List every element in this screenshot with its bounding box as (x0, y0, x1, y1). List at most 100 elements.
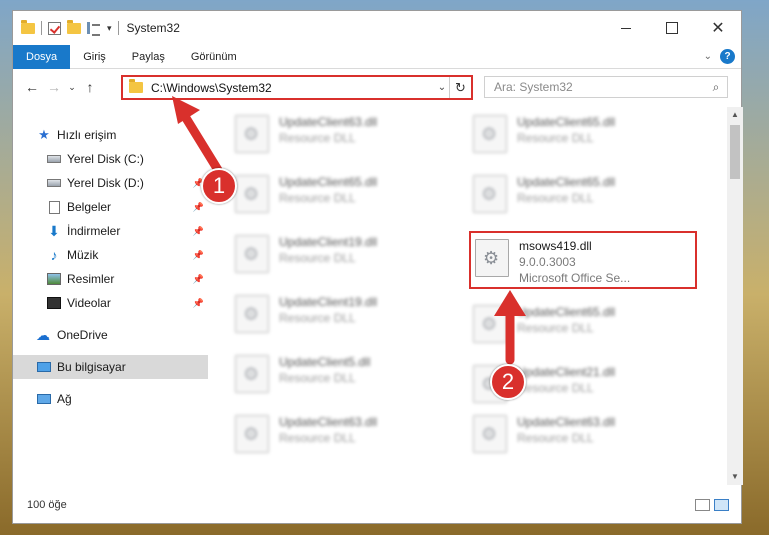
scroll-down-icon[interactable]: ▼ (727, 469, 743, 485)
details-view-icon[interactable] (695, 499, 710, 511)
nav-item-music[interactable]: ♪ Müzik 📌 (13, 243, 208, 267)
tab-view[interactable]: Görünüm (178, 45, 250, 69)
scroll-thumb[interactable] (730, 125, 740, 179)
nav-item-downloads[interactable]: ⬇ İndirmeler 📌 (13, 219, 208, 243)
star-icon: ★ (38, 127, 50, 142)
expand-ribbon-icon[interactable]: ⌄ (704, 51, 712, 62)
maximize-button[interactable] (649, 11, 695, 45)
tab-home[interactable]: Giriş (70, 45, 119, 69)
up-arrow-icon[interactable]: ↑ (79, 79, 101, 95)
dll-file-icon (235, 115, 269, 153)
dll-file-icon (473, 175, 507, 213)
file-description: Resource DLL (279, 371, 356, 385)
nav-label: Yerel Disk (D:) (67, 176, 144, 190)
nav-item-videos[interactable]: Videolar 📌 (13, 291, 208, 315)
nav-label: OneDrive (57, 328, 108, 342)
pin-icon[interactable]: 📌 (193, 274, 204, 285)
nav-label: Bu bilgisayar (57, 360, 126, 374)
nav-label: Yerel Disk (C:) (67, 152, 144, 166)
documents-icon (49, 200, 60, 214)
nav-label: Müzik (67, 248, 99, 262)
scroll-up-icon[interactable]: ▲ (727, 107, 743, 123)
item-count: 100 öğe (27, 499, 67, 511)
tab-share[interactable]: Paylaş (119, 45, 178, 69)
highlighted-file-item[interactable]: msows419.dll 9.0.0.3003 Microsoft Office… (469, 231, 697, 289)
file-item[interactable]: UpdateClient63.dll Resource DLL (235, 411, 465, 461)
nav-item-local-disk-c[interactable]: Yerel Disk (C:) (13, 147, 208, 171)
file-description: Resource DLL (279, 311, 356, 325)
file-item[interactable]: UpdateClient63.dll Resource DLL (235, 111, 465, 161)
file-item[interactable]: UpdateClient19.dll Resource DLL (235, 291, 465, 341)
dll-file-icon (473, 115, 507, 153)
customize-dropdown-icon[interactable]: ▾ (107, 23, 112, 34)
vertical-scrollbar[interactable]: ▲ ▼ (727, 107, 743, 485)
file-item[interactable]: UpdateClient65.dll Resource DLL (473, 301, 703, 351)
pin-icon[interactable]: 📌 (193, 226, 204, 237)
file-item[interactable]: UpdateClient65.dll Resource DLL (235, 171, 465, 221)
file-name: UpdateClient63.dll (517, 415, 616, 429)
file-item[interactable]: UpdateClient5.dll Resource DLL (235, 351, 465, 401)
rename-icon[interactable] (87, 22, 101, 36)
folder-icon (129, 79, 143, 93)
title-bar: ▾ System32 ✕ (13, 11, 741, 45)
nav-item-pictures[interactable]: Resimler 📌 (13, 267, 208, 291)
dll-file-icon (235, 235, 269, 273)
drive-icon (47, 155, 61, 163)
file-description: Resource DLL (279, 251, 356, 265)
address-dropdown-icon[interactable]: ⌄ (435, 82, 449, 93)
address-path[interactable]: C:\Windows\System32 (151, 81, 435, 95)
address-bar[interactable]: C:\Windows\System32 ⌄ ↻ (121, 75, 473, 100)
close-button[interactable]: ✕ (695, 11, 741, 45)
file-name: UpdateClient19.dll (279, 295, 378, 309)
file-name: UpdateClient65.dll (517, 175, 616, 189)
nav-item-network[interactable]: Ağ (13, 387, 208, 411)
search-placeholder: Ara: System32 (494, 80, 573, 94)
drive-icon (47, 179, 61, 187)
file-description: Resource DLL (517, 431, 594, 445)
nav-label: Belgeler (67, 200, 112, 214)
tab-file[interactable]: Dosya (13, 44, 71, 69)
file-description: Resource DLL (517, 321, 594, 335)
nav-item-local-disk-d[interactable]: Yerel Disk (D:) 📌 (13, 171, 208, 195)
dll-file-icon (235, 355, 269, 393)
search-icon[interactable]: ⌕ (705, 80, 727, 95)
nav-quick-access[interactable]: ★ Hızlı erişim (13, 123, 208, 147)
quick-access-toolbar: ▾ (13, 19, 119, 36)
forward-arrow-icon[interactable]: → (43, 79, 65, 95)
step-2-badge: 2 (490, 364, 526, 400)
file-item[interactable]: UpdateClient65.dll Resource DLL (473, 111, 703, 161)
help-icon[interactable]: ? (720, 49, 735, 64)
dll-file-icon (235, 415, 269, 453)
file-item[interactable]: UpdateClient65.dll Resource DLL (473, 171, 703, 221)
window-title: System32 (126, 21, 180, 35)
nav-item-this-pc[interactable]: Bu bilgisayar (13, 355, 208, 379)
file-item[interactable]: UpdateClient63.dll Resource DLL (473, 411, 703, 461)
nav-label: Ağ (57, 392, 72, 406)
recent-locations-icon[interactable]: ⌄ (65, 82, 79, 93)
search-input[interactable]: Ara: System32 ⌕ (484, 76, 728, 98)
videos-icon (47, 297, 61, 309)
dll-file-icon (235, 175, 269, 213)
dll-file-icon (473, 305, 507, 343)
step-1-badge: 1 (201, 168, 237, 204)
minimize-button[interactable] (603, 11, 649, 45)
nav-item-documents[interactable]: Belgeler 📌 (13, 195, 208, 219)
ribbon-tabs: Dosya Giriş Paylaş Görünüm ⌄ ? (13, 44, 741, 69)
file-explorer-window: ▾ System32 ✕ Dosya Giriş Paylaş Görünüm … (12, 10, 743, 524)
pin-icon[interactable]: 📌 (193, 202, 204, 213)
file-company: Microsoft Office Se... (519, 271, 631, 285)
refresh-icon[interactable]: ↻ (449, 77, 471, 98)
new-folder-icon[interactable] (67, 19, 81, 34)
file-description: Resource DLL (279, 431, 356, 445)
tiles-view-icon[interactable] (714, 499, 729, 511)
nav-label: Hızlı erişim (57, 128, 117, 142)
pin-icon[interactable]: 📌 (193, 250, 204, 261)
file-item[interactable]: UpdateClient19.dll Resource DLL (235, 231, 465, 281)
pin-icon[interactable]: 📌 (193, 298, 204, 309)
properties-check-icon[interactable] (48, 21, 61, 35)
nav-label: İndirmeler (67, 224, 121, 238)
file-description: Resource DLL (279, 191, 356, 205)
nav-item-onedrive[interactable]: ☁ OneDrive (13, 323, 208, 347)
back-arrow-icon[interactable]: ← (21, 79, 43, 95)
dll-file-icon (473, 415, 507, 453)
